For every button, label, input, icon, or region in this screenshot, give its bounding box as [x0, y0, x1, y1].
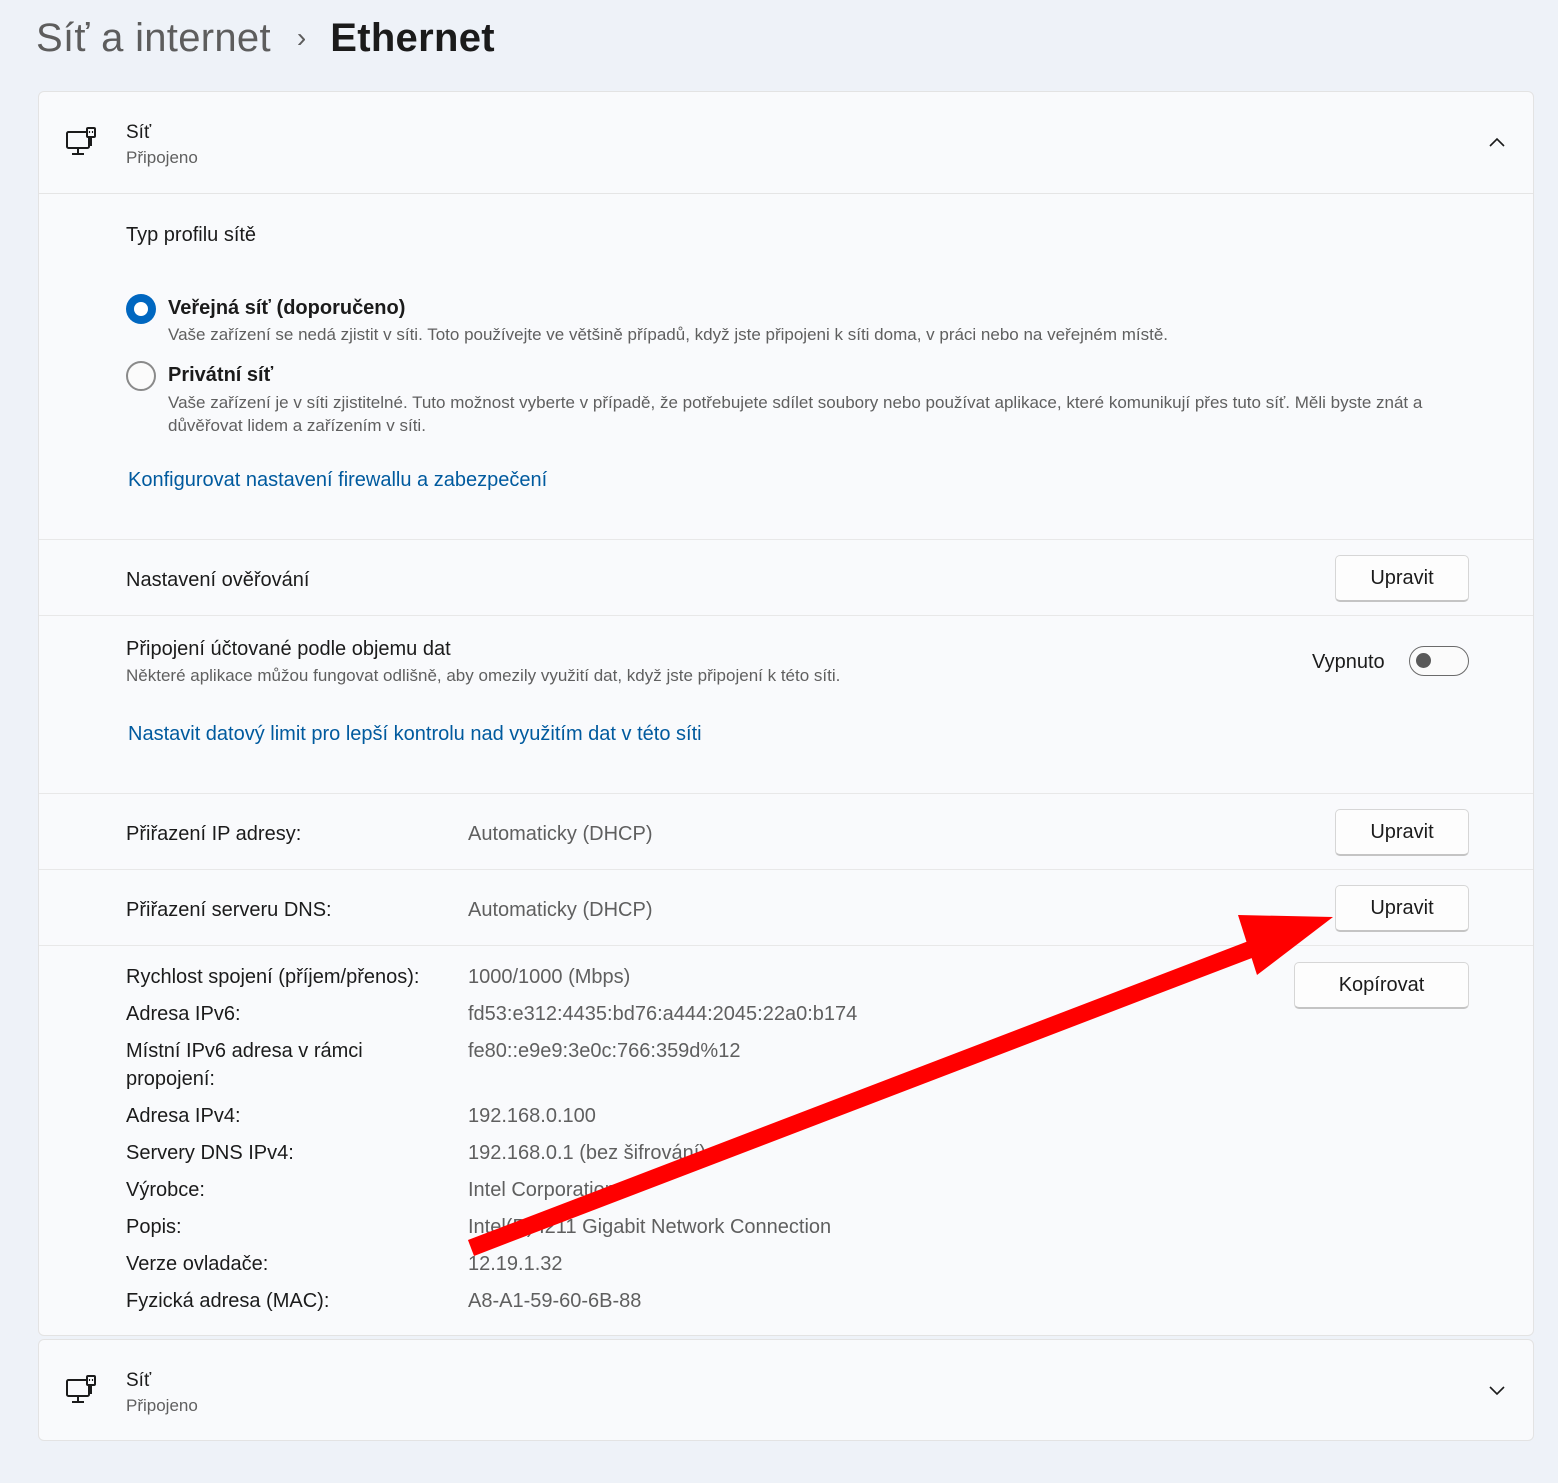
- breadcrumb-parent[interactable]: Síť a internet: [36, 16, 271, 61]
- network-card-expanded: Síť Připojeno Typ profilu sítě Veřejná s…: [38, 91, 1534, 1336]
- prop-dns-servers-value: 192.168.0.1 (bez šifrování): [468, 1142, 706, 1164]
- chevron-down-icon[interactable]: [1487, 1380, 1507, 1400]
- prop-link-local-ipv6-value: fe80::e9e9:3e0c:766:359d%12: [468, 1040, 741, 1062]
- ip-edit-button[interactable]: Upravit: [1335, 809, 1469, 856]
- prop-ipv6-label: Adresa IPv6:: [126, 1003, 241, 1025]
- dns-assignment-label: Přiřazení serveru DNS:: [126, 899, 332, 921]
- ethernet-monitor-icon: [66, 1375, 96, 1403]
- ethernet-monitor-icon: [66, 127, 96, 155]
- prop-ipv4-value: 192.168.0.100: [468, 1105, 596, 1127]
- prop-ipv4-label: Adresa IPv4:: [126, 1105, 241, 1127]
- network-card-header[interactable]: Síť Připojeno: [39, 1340, 1533, 1442]
- dns-edit-button[interactable]: Upravit: [1335, 885, 1469, 932]
- prop-manufacturer-label: Výrobce:: [126, 1179, 205, 1201]
- breadcrumb-separator-icon: ›: [296, 22, 307, 53]
- divider: [39, 869, 1533, 870]
- prop-driver-version-value: 12.19.1.32: [468, 1253, 563, 1275]
- public-network-desc: Vaše zařízení se nedá zjistit v síti. To…: [168, 325, 1169, 344]
- prop-dns-servers-label: Servery DNS IPv4:: [126, 1142, 294, 1164]
- private-network-title: Privátní síť: [168, 364, 274, 386]
- prop-ipv6-value: fd53:e312:4435:bd76:a444:2045:22a0:b174: [468, 1003, 858, 1025]
- prop-link-speed-label: Rychlost spojení (příjem/přenos):: [126, 966, 420, 988]
- profile-type-label: Typ profilu sítě: [126, 224, 257, 246]
- toggle-knob: [1416, 653, 1431, 668]
- prop-driver-version-label: Verze ovladače:: [126, 1253, 269, 1275]
- ip-assignment-value: Automaticky (DHCP): [468, 823, 653, 845]
- dns-assignment-value: Automaticky (DHCP): [468, 899, 653, 921]
- divider: [39, 539, 1533, 540]
- data-limit-link[interactable]: Nastavit datový limit pro lepší kontrolu…: [128, 723, 702, 746]
- metered-toggle-state: Vypnuto: [1312, 651, 1385, 673]
- network-status: Připojeno: [126, 1396, 198, 1415]
- network-name: Síť: [126, 1370, 152, 1391]
- prop-link-local-ipv6-label: Místní IPv6 adresa v rámci propojení:: [126, 1040, 363, 1090]
- metered-connection-toggle[interactable]: [1409, 646, 1469, 676]
- prop-mac-value: A8-A1-59-60-6B-88: [468, 1290, 642, 1312]
- prop-manufacturer-value: Intel Corporation: [468, 1179, 616, 1201]
- public-network-title: Veřejná síť (doporučeno): [168, 297, 406, 319]
- network-status: Připojeno: [126, 148, 198, 167]
- radio-private-network[interactable]: [126, 361, 156, 391]
- metered-connection-desc: Některé aplikace můžou fungovat odlišně,…: [126, 666, 841, 685]
- chevron-up-icon[interactable]: [1487, 132, 1507, 152]
- firewall-settings-link[interactable]: Konfigurovat nastavení firewallu a zabez…: [128, 469, 547, 492]
- auth-settings-label: Nastavení ověřování: [126, 569, 310, 591]
- ip-assignment-label: Přiřazení IP adresy:: [126, 823, 302, 845]
- divider: [39, 945, 1533, 946]
- prop-mac-label: Fyzická adresa (MAC):: [126, 1290, 330, 1312]
- divider: [39, 793, 1533, 794]
- metered-connection-title: Připojení účtované podle objemu dat: [126, 638, 451, 660]
- radio-public-network[interactable]: [126, 294, 156, 324]
- copy-properties-button[interactable]: Kopírovat: [1294, 962, 1469, 1009]
- network-card-collapsed[interactable]: Síť Připojeno: [38, 1339, 1534, 1441]
- prop-description-label: Popis:: [126, 1216, 182, 1238]
- network-name: Síť: [126, 122, 152, 143]
- network-card-header[interactable]: Síť Připojeno: [39, 92, 1533, 194]
- divider: [39, 615, 1533, 616]
- prop-description-value: Intel(R) I211 Gigabit Network Connection: [468, 1216, 832, 1238]
- private-network-desc: Vaše zařízení je v síti zjistitelné. Tut…: [168, 393, 1423, 435]
- page-title: Ethernet: [330, 15, 495, 60]
- prop-link-speed-value: 1000/1000 (Mbps): [468, 966, 631, 988]
- auth-edit-button[interactable]: Upravit: [1335, 555, 1469, 602]
- breadcrumb: Síť a internet › Ethernet: [36, 10, 495, 66]
